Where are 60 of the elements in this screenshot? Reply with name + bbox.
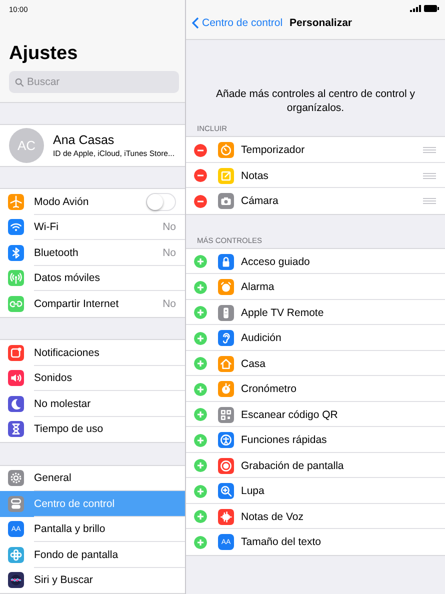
control-name: Casa [241, 358, 267, 370]
settings-item[interactable]: No molestar [0, 391, 185, 417]
settings-item[interactable]: Notificaciones [0, 340, 185, 366]
settings-item[interactable]: Modo Avión [0, 189, 185, 215]
control-name: Tamaño del texto [241, 536, 322, 548]
nav-title: Personalizar [290, 17, 352, 29]
add-button[interactable] [194, 484, 207, 498]
avatar: AC [9, 128, 44, 164]
profile-name: Ana Casas [53, 133, 116, 148]
settings-item[interactable]: Siri y Buscar [0, 568, 185, 594]
add-button[interactable] [194, 332, 207, 345]
page-title: Ajustes [9, 43, 78, 65]
control-name: Cámara [241, 195, 280, 208]
control-name: Funciones rápidas [241, 434, 328, 446]
add-button[interactable] [194, 255, 207, 268]
reorder-handle[interactable] [423, 147, 436, 154]
back-chevron-icon [192, 17, 199, 29]
control-name: Audición [241, 332, 282, 344]
toggle-switch[interactable] [146, 192, 176, 211]
remove-button[interactable] [194, 194, 207, 208]
add-button[interactable] [194, 306, 207, 320]
add-button[interactable] [194, 510, 207, 524]
control-name: Alarma [241, 281, 276, 294]
remove-button[interactable] [194, 169, 207, 182]
control-name: Acceso guiado [241, 256, 311, 268]
settings-item[interactable]: Compartir Internet No [0, 291, 185, 317]
control-name: Notas de Voz [241, 510, 304, 523]
control-name: Notas [241, 170, 270, 182]
back-button[interactable]: Centro de control [192, 17, 283, 29]
settings-item[interactable]: Bluetooth No [0, 240, 185, 266]
add-button[interactable] [194, 382, 207, 396]
setting-value: No [162, 298, 176, 310]
add-button[interactable] [194, 357, 207, 370]
description-text: Añade más controles al centro de control y organízalos. [216, 88, 416, 114]
control-name: Cronómetro [241, 383, 298, 396]
settings-item[interactable]: Datos móviles [0, 266, 185, 292]
add-button[interactable] [194, 434, 207, 447]
remove-button[interactable] [194, 144, 207, 157]
add-button[interactable] [194, 536, 207, 549]
control-name: Grabación de pantalla [241, 460, 345, 472]
setting-value: No [162, 221, 176, 234]
settings-item[interactable]: General [0, 466, 185, 492]
battery-icon [424, 4, 439, 12]
signal-icon [410, 4, 421, 12]
add-button[interactable] [194, 280, 207, 294]
reorder-handle[interactable] [423, 172, 436, 179]
settings-item[interactable]: Sonidos [0, 366, 185, 392]
control-name: Escanear código QR [241, 408, 339, 421]
search-icon [15, 78, 24, 86]
control-name: Temporizador [241, 144, 306, 156]
setting-value: No [162, 246, 176, 259]
add-button[interactable] [194, 408, 207, 422]
search-field[interactable]: Buscar [9, 71, 179, 93]
control-name: Apple TV Remote [241, 306, 325, 319]
settings-item[interactable]: Fondo de pantalla [0, 542, 185, 568]
settings-item[interactable]: Tiempo de uso [0, 416, 185, 442]
control-name: Lupa [241, 485, 266, 498]
settings-item[interactable]: Wi-Fi No [0, 214, 185, 240]
add-button[interactable] [194, 459, 207, 472]
reorder-handle[interactable] [423, 198, 436, 204]
